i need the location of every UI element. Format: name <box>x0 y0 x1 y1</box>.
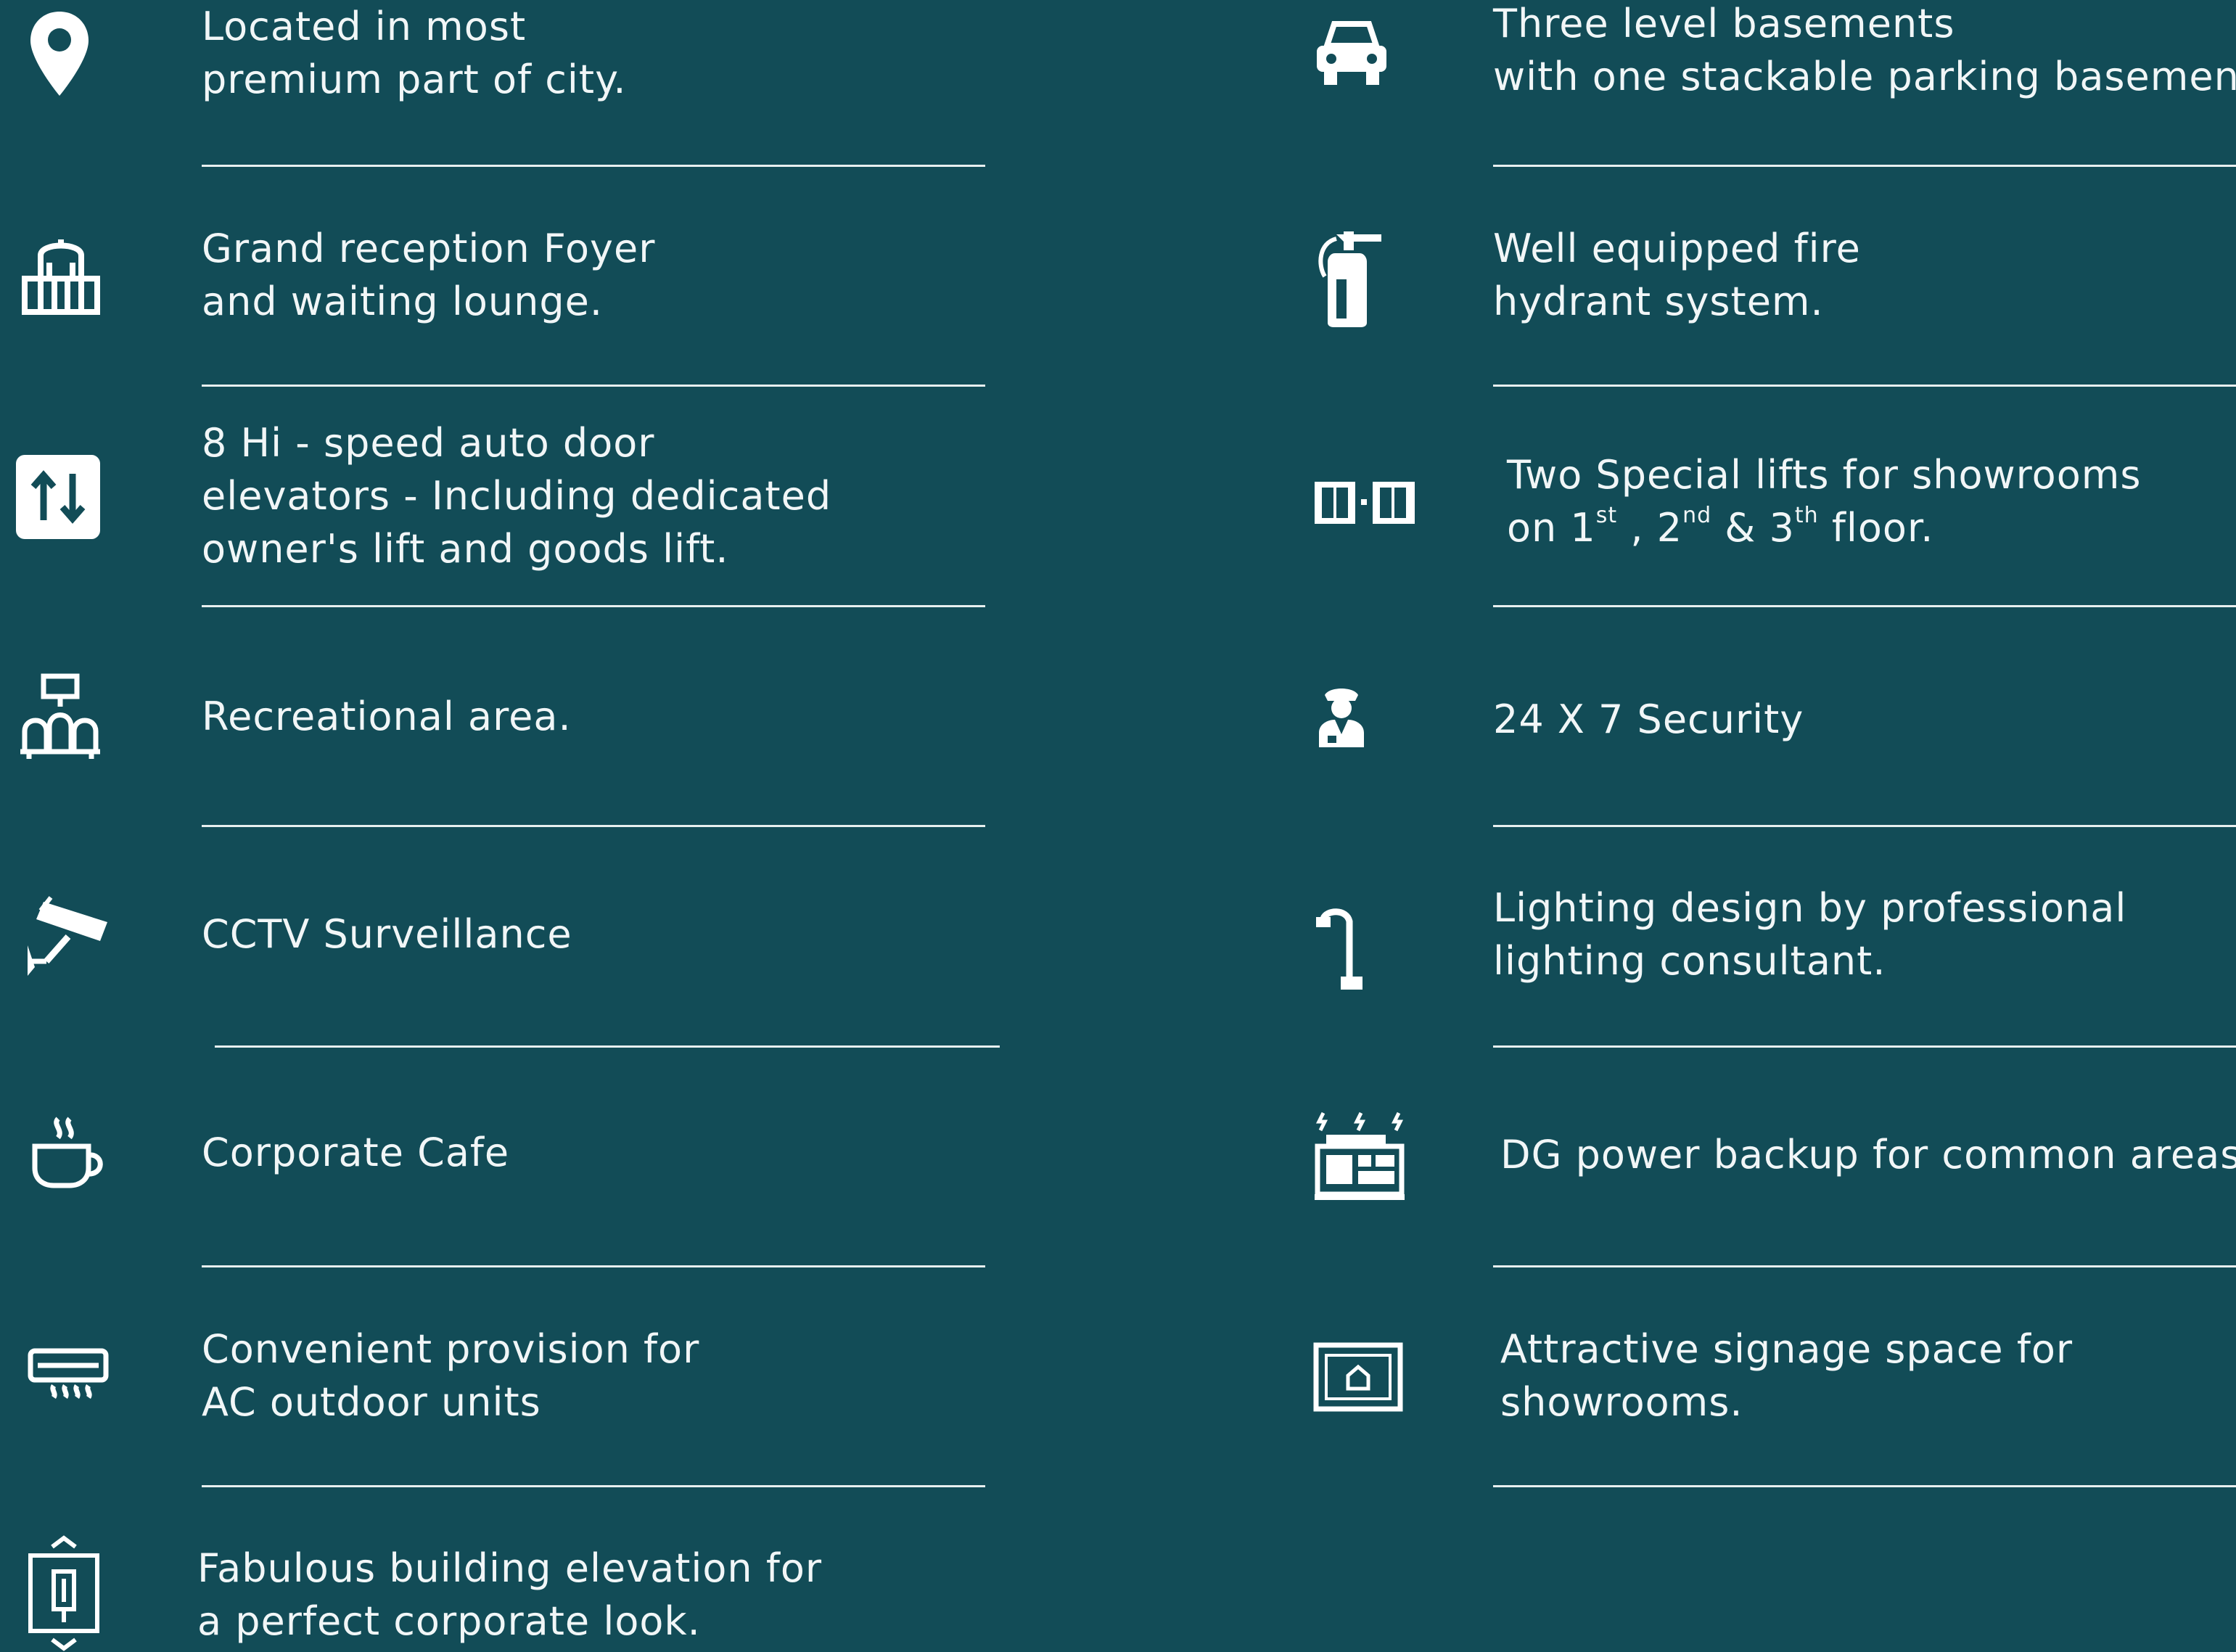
floors-end-text: floor. <box>1818 505 1934 551</box>
feature-text-line: 8 Hi - speed auto door <box>202 420 655 466</box>
feature-text-line: Corporate Cafe <box>202 1130 510 1175</box>
feature-text-line: Recreational area. <box>202 694 572 739</box>
feature-special-lifts-text: Two Special lifts for showrooms on 1st ,… <box>1507 448 2142 554</box>
divider <box>1493 1265 2236 1267</box>
feature-text-line: hydrant system. <box>1493 279 1824 324</box>
lift-doors-icon <box>1313 480 1418 525</box>
feature-cctv-text: CCTV Surveillance <box>202 908 572 961</box>
street-lamp-icon <box>1313 905 1374 991</box>
divider <box>215 1045 1000 1048</box>
divider <box>1493 165 2236 167</box>
divider <box>1493 1485 2236 1487</box>
divider <box>1493 1045 2236 1048</box>
feature-text-line: DG power backup for common areas. <box>1500 1132 2236 1178</box>
divider <box>202 165 985 167</box>
air-conditioner-icon <box>28 1348 109 1402</box>
location-pin-icon <box>28 9 91 99</box>
feature-text-line: Grand reception Foyer <box>202 226 656 271</box>
divider <box>202 605 985 607</box>
security-guard-icon <box>1315 685 1368 747</box>
feature-text-line: Lighting design by professional <box>1493 885 2127 931</box>
reception-foyer-icon <box>20 234 102 319</box>
divider <box>202 1265 985 1267</box>
generator-icon <box>1313 1110 1406 1200</box>
feature-text-line: owner's lift and goods lift. <box>202 526 729 572</box>
feature-elevators-text: 8 Hi - speed auto door elevators - Inclu… <box>202 416 831 575</box>
feature-text-line: Fabulous building elevation for <box>197 1545 823 1591</box>
feature-floors-line: on 1st , 2nd & 3th floor. <box>1507 501 2142 554</box>
floors-sep-text: , 2 <box>1617 505 1683 551</box>
signage-board-icon <box>1313 1342 1403 1412</box>
recreation-icon <box>19 673 102 760</box>
feature-elevation-text: Fabulous building elevation for a perfec… <box>197 1542 822 1648</box>
feature-cafe-text: Corporate Cafe <box>202 1126 509 1179</box>
feature-text-line: a perfect corporate look. <box>197 1598 701 1644</box>
feature-fire-hydrant-text: Well equipped fire hydrant system. <box>1493 222 1861 328</box>
divider <box>1493 825 2236 827</box>
floors-on-text: on 1 <box>1507 505 1596 551</box>
building-elevation-icon <box>26 1535 102 1652</box>
divider <box>202 1485 985 1487</box>
feature-text-line: lighting consultant. <box>1493 938 1886 984</box>
divider <box>202 825 985 827</box>
ordinal-superscript: nd <box>1682 503 1712 528</box>
feature-text-line: with one stackable parking basement. <box>1493 54 2236 99</box>
feature-signage-text: Attractive signage space for showrooms. <box>1500 1323 2073 1429</box>
feature-basements-text: Three level basements with one stackable… <box>1493 0 2236 103</box>
feature-ac-text: Convenient provision for AC outdoor unit… <box>202 1323 699 1429</box>
divider <box>1493 385 2236 387</box>
feature-text-line: and waiting lounge. <box>202 279 604 324</box>
feature-text-line: Well equipped fire <box>1493 226 1861 271</box>
feature-text-line: Attractive signage space for <box>1500 1326 2073 1372</box>
divider <box>1493 605 2236 607</box>
feature-text-line: showrooms. <box>1500 1379 1743 1425</box>
feature-text-line: AC outdoor units <box>202 1379 541 1425</box>
feature-reception-text: Grand reception Foyer and waiting lounge… <box>202 222 655 328</box>
coffee-cup-icon <box>30 1114 109 1191</box>
fire-extinguisher-icon <box>1315 224 1392 327</box>
feature-text-line: 24 X 7 Security <box>1493 696 1804 742</box>
feature-text-line: CCTV Surveillance <box>202 911 572 957</box>
feature-location-text: Located in most premium part of city. <box>202 0 627 106</box>
feature-text-line: Located in most <box>202 4 527 49</box>
feature-text-line: elevators - Including dedicated <box>202 473 832 519</box>
feature-lighting-text: Lighting design by professional lighting… <box>1493 882 2126 987</box>
floors-sep-text: & 3 <box>1711 505 1795 551</box>
feature-dg-power-text: DG power backup for common areas. <box>1500 1128 2236 1181</box>
ordinal-superscript: th <box>1794 503 1819 528</box>
elevator-icon <box>16 455 100 539</box>
feature-text-line: Convenient provision for <box>202 1326 700 1372</box>
feature-recreational-text: Recreational area. <box>202 690 572 743</box>
feature-security-text: 24 X 7 Security <box>1493 693 1804 746</box>
cctv-camera-icon <box>25 895 110 977</box>
divider <box>202 385 985 387</box>
car-icon <box>1314 18 1389 88</box>
ordinal-superscript: st <box>1595 503 1618 528</box>
feature-text-line: Two Special lifts for showrooms <box>1507 452 2142 498</box>
feature-text-line: Three level basements <box>1493 1 1955 46</box>
feature-text-line: premium part of city. <box>202 57 627 102</box>
